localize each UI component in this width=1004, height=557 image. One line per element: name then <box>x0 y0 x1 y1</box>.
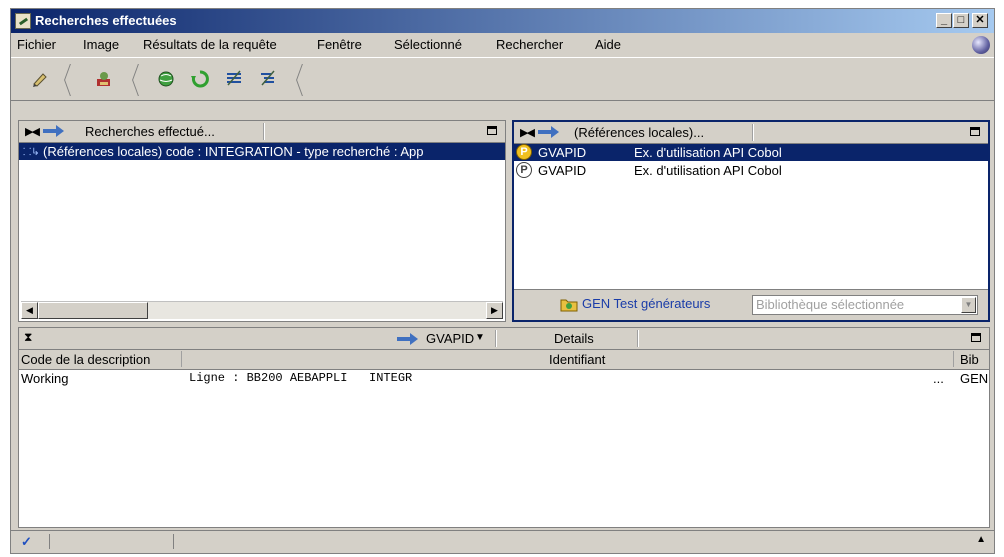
arrow-right-icon[interactable] <box>41 124 65 138</box>
maximize-panel-icon[interactable] <box>487 126 497 135</box>
local-references-title: (Références locales)... <box>574 125 705 140</box>
details-panel: ⧗ GVAPID ▼ Details Code de la descriptio… <box>18 327 990 528</box>
search-result-icon: ⸬↳ <box>23 147 40 158</box>
scroll-right-icon[interactable]: ▶ <box>486 302 503 319</box>
item-code: GVAPID <box>538 163 587 178</box>
item-description: Ex. d'utilisation API Cobol <box>634 145 782 160</box>
maximize-panel-icon[interactable] <box>970 127 980 136</box>
menu-image[interactable]: Image <box>83 37 119 52</box>
refresh-icon[interactable] <box>191 70 209 88</box>
tree-view-icon[interactable] <box>259 70 277 88</box>
scroll-left-icon[interactable]: ◀ <box>21 302 38 319</box>
user-tool-icon[interactable] <box>95 70 113 88</box>
menu-bar: Fichier Image Résultats de la requête Fe… <box>11 34 994 56</box>
table-row[interactable]: Working Ligne : BB200 AEBAPPLI INTEGR ..… <box>19 370 989 387</box>
library-select[interactable]: Bibliothèque sélectionnée ▼ <box>752 295 978 315</box>
column-header-identifiant[interactable]: Identifiant <box>549 352 605 367</box>
menu-selectionne[interactable]: Sélectionné <box>394 37 462 52</box>
list-item[interactable]: P GVAPID Ex. d'utilisation API Cobol <box>514 144 988 161</box>
menu-resultats[interactable]: Résultats de la requête <box>143 37 277 52</box>
folder-icon <box>560 299 578 312</box>
scroll-thumb[interactable] <box>38 302 148 319</box>
maximize-panel-icon[interactable] <box>971 333 981 342</box>
list-item[interactable]: P GVAPID Ex. d'utilisation API Cobol <box>514 162 988 179</box>
maximize-button[interactable]: □ <box>953 13 969 28</box>
window-title: Recherches effectuées <box>35 13 177 28</box>
checkmark-icon: ✓ <box>21 534 32 549</box>
pencil-icon[interactable] <box>31 70 49 88</box>
nav-first-last-icon[interactable]: ▶◀ <box>25 125 40 138</box>
minimize-button[interactable]: _ <box>936 13 952 28</box>
status-bar: ✓ ▲ <box>11 530 994 553</box>
list-view-icon[interactable] <box>225 70 243 88</box>
local-references-panel: ▶◀ (Références locales)... P GVAPID Ex. … <box>512 120 990 322</box>
collapse-icon[interactable]: ⧗ <box>24 330 32 345</box>
program-badge-icon: P <box>516 162 532 178</box>
row-bib: GEN <box>960 371 989 386</box>
gvapid-nav-label[interactable]: GVAPID <box>426 331 474 346</box>
library-label[interactable]: GEN Test générateurs <box>582 296 710 311</box>
close-button[interactable]: ✕ <box>972 13 988 28</box>
list-item[interactable]: ⸬↳ (Références locales) code : INTEGRATI… <box>19 143 505 160</box>
details-panel-header: ⧗ GVAPID ▼ Details <box>19 328 989 350</box>
globe-search-icon[interactable] <box>157 70 175 88</box>
menu-fichier[interactable]: Fichier <box>17 37 56 52</box>
chevron-down-icon[interactable]: ▼ <box>961 297 976 313</box>
chevron-down-icon[interactable]: ▼ <box>475 332 485 343</box>
program-badge-icon: P <box>516 144 532 160</box>
table-header: Code de la description Identifiant Bib <box>19 350 989 370</box>
app-icon <box>15 13 31 29</box>
library-select-placeholder: Bibliothèque sélectionnée <box>756 297 905 312</box>
local-references-header: ▶◀ (Références locales)... <box>514 122 988 144</box>
expand-up-icon[interactable]: ▲ <box>976 534 986 545</box>
column-header-code[interactable]: Code de la description <box>21 352 150 367</box>
arrow-right-icon[interactable] <box>536 125 560 139</box>
row-code: Working <box>21 371 69 386</box>
searches-panel: ▶◀ Recherches effectué... ⸬↳ (Références… <box>18 120 506 322</box>
searches-panel-header: ▶◀ Recherches effectué... <box>19 121 505 143</box>
item-description: Ex. d'utilisation API Cobol <box>634 163 782 178</box>
menu-rechercher[interactable]: Rechercher <box>496 37 563 52</box>
title-bar[interactable]: Recherches effectuées _ □ ✕ <box>11 9 994 33</box>
horizontal-scrollbar[interactable]: ◀ ▶ <box>21 301 503 319</box>
row-ellipsis: ... <box>933 371 944 386</box>
library-footer: GEN Test générateurs Bibliothèque sélect… <box>514 289 988 320</box>
toolbar <box>11 57 994 101</box>
item-code: GVAPID <box>538 145 587 160</box>
searches-panel-title: Recherches effectué... <box>85 124 215 139</box>
row-identifiant: Ligne : BB200 AEBAPPLI INTEGR <box>189 371 413 385</box>
globe-icon <box>972 36 990 54</box>
nav-first-last-icon[interactable]: ▶◀ <box>520 126 535 139</box>
menu-fenetre[interactable]: Fenêtre <box>317 37 362 52</box>
tab-details[interactable]: Details <box>554 331 594 346</box>
arrow-right-icon[interactable] <box>395 332 419 346</box>
search-result-text: (Références locales) code : INTEGRATION … <box>43 144 424 159</box>
main-window: Recherches effectuées _ □ ✕ Fichier Imag… <box>10 8 995 554</box>
column-header-bib[interactable]: Bib <box>960 352 979 367</box>
menu-aide[interactable]: Aide <box>595 37 621 52</box>
